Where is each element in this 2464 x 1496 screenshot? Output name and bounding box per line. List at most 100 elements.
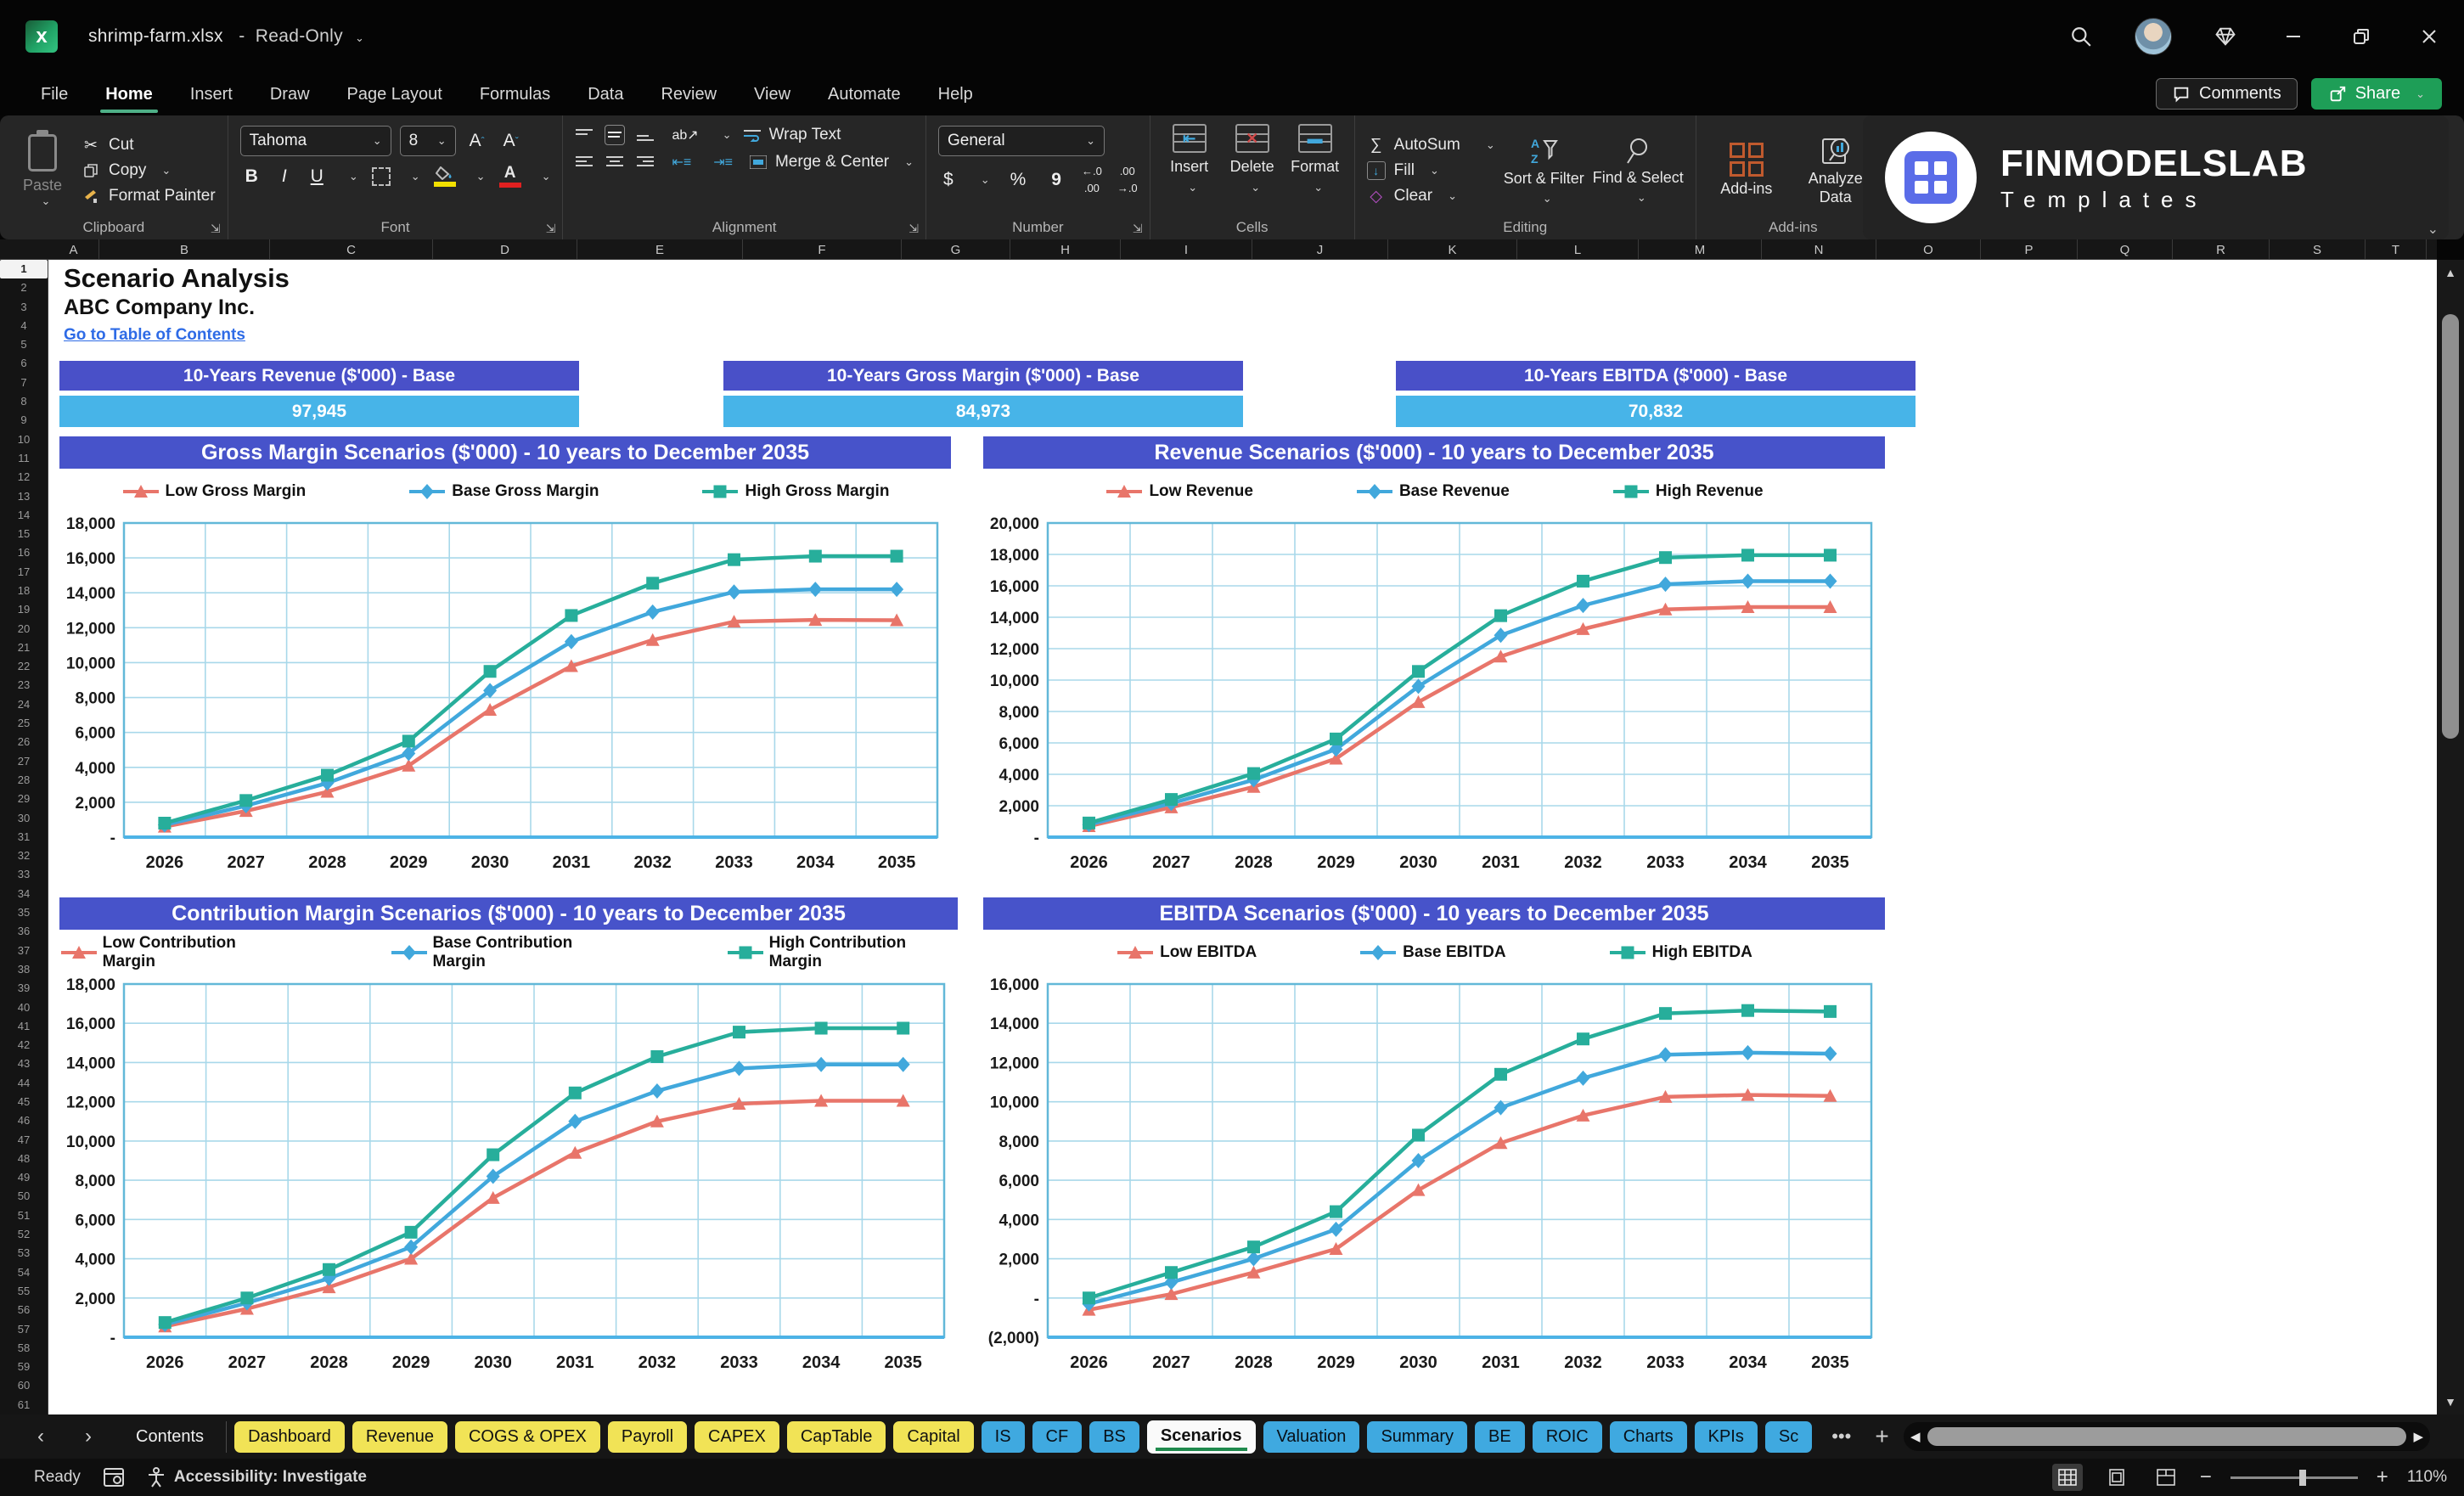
horizontal-scrollbar[interactable]: ◀ ▶ (1904, 1422, 2430, 1451)
row-header-6[interactable]: 6 (0, 354, 48, 373)
menu-tab-automate[interactable]: Automate (826, 78, 903, 111)
new-sheet-button[interactable]: + (1875, 1423, 1888, 1450)
shrink-font-button[interactable]: Aˇ (498, 131, 524, 151)
row-header-8[interactable]: 8 (0, 392, 48, 411)
row-header-26[interactable]: 26 (0, 733, 48, 751)
horizontal-scroll-thumb[interactable] (1927, 1427, 2407, 1446)
column-header-A[interactable]: A (48, 239, 99, 260)
row-header-27[interactable]: 27 (0, 752, 48, 771)
paste-button[interactable]: Paste ⌄ (12, 124, 73, 217)
row-header-19[interactable]: 19 (0, 600, 48, 619)
menu-tab-view[interactable]: View (752, 78, 792, 111)
sheet-tab-capital[interactable]: Capital (893, 1421, 973, 1453)
number-format-select[interactable]: General⌄ (938, 126, 1105, 156)
row-header-3[interactable]: 3 (0, 298, 48, 317)
row-header-41[interactable]: 41 (0, 1017, 48, 1036)
sheet-tab-is[interactable]: IS (982, 1421, 1025, 1453)
borders-button[interactable] (372, 167, 391, 186)
row-header-46[interactable]: 46 (0, 1111, 48, 1130)
align-left-icon[interactable] (575, 153, 593, 172)
row-header-47[interactable]: 47 (0, 1131, 48, 1150)
row-header-4[interactable]: 4 (0, 317, 48, 335)
row-header-61[interactable]: 61 (0, 1396, 48, 1414)
row-header-44[interactable]: 44 (0, 1074, 48, 1093)
row-header-2[interactable]: 2 (0, 278, 48, 297)
zoom-level[interactable]: 110% (2407, 1468, 2447, 1487)
row-header-60[interactable]: 60 (0, 1376, 48, 1395)
column-header-R[interactable]: R (2173, 239, 2270, 260)
number-dialog-launcher[interactable]: ⇲ (1133, 222, 1143, 236)
font-color-button[interactable]: A (499, 165, 521, 188)
more-sheets-icon[interactable]: ••• (1831, 1426, 1851, 1448)
row-header-28[interactable]: 28 (0, 771, 48, 790)
sheet-tab-contents[interactable]: Contents (122, 1421, 227, 1453)
row-header-34[interactable]: 34 (0, 885, 48, 903)
sheet-tab-capex[interactable]: CAPEX (695, 1421, 779, 1453)
sheet-tab-scenarios[interactable]: Scenarios (1147, 1420, 1256, 1454)
column-header-D[interactable]: D (433, 239, 577, 260)
font-family-select[interactable]: Tahoma⌄ (240, 126, 391, 156)
sheet-tab-payroll[interactable]: Payroll (608, 1421, 687, 1453)
menu-tab-insert[interactable]: Insert (188, 78, 234, 111)
column-header-B[interactable]: B (99, 239, 270, 260)
row-header-1[interactable]: 1 (0, 260, 48, 278)
prev-sheet-arrow[interactable]: ‹ (37, 1425, 44, 1448)
align-top-icon[interactable] (575, 126, 593, 144)
menu-tab-page-layout[interactable]: Page Layout (346, 78, 444, 111)
row-header-31[interactable]: 31 (0, 828, 48, 846)
menu-tab-formulas[interactable]: Formulas (478, 78, 552, 111)
vertical-scrollbar[interactable]: ▲ ▼ (2437, 260, 2464, 1414)
sheet-tab-revenue[interactable]: Revenue (352, 1421, 447, 1453)
column-header-S[interactable]: S (2270, 239, 2366, 260)
row-header-15[interactable]: 15 (0, 525, 48, 543)
format-painter-button[interactable]: Format Painter (82, 187, 216, 205)
sheet-tab-cogs-opex[interactable]: COGS & OPEX (455, 1421, 600, 1453)
decrease-decimal-button[interactable]: .00→.0 (1117, 165, 1138, 194)
row-header-29[interactable]: 29 (0, 790, 48, 808)
vertical-scroll-thumb[interactable] (2442, 314, 2459, 739)
row-header-30[interactable]: 30 (0, 809, 48, 828)
increase-decimal-button[interactable]: ←.0.00 (1082, 165, 1102, 194)
collapse-ribbon-icon[interactable]: ⌄ (2427, 221, 2439, 238)
row-header-20[interactable]: 20 (0, 620, 48, 638)
zoom-in-button[interactable]: + (2377, 1465, 2388, 1489)
column-header-T[interactable]: T (2366, 239, 2427, 260)
column-header-N[interactable]: N (1762, 239, 1876, 260)
accounting-format-button[interactable]: $ (938, 170, 959, 190)
wrap-text-button[interactable]: Wrap Text (744, 126, 841, 144)
menu-tab-data[interactable]: Data (586, 78, 625, 111)
next-sheet-arrow[interactable]: › (85, 1425, 92, 1448)
fill-button[interactable]: ↓Fill⌄ (1367, 161, 1495, 180)
user-avatar[interactable] (2135, 18, 2172, 55)
macro-record-icon[interactable] (103, 1467, 125, 1488)
sheet-tab-sc[interactable]: Sc (1765, 1421, 1812, 1453)
alignment-dialog-launcher[interactable]: ⇲ (909, 222, 919, 236)
row-header-55[interactable]: 55 (0, 1282, 48, 1301)
align-right-icon[interactable] (636, 153, 655, 172)
menu-tab-home[interactable]: Home (104, 78, 155, 111)
column-header-P[interactable]: P (1981, 239, 2078, 260)
font-size-select[interactable]: 8⌄ (400, 126, 456, 156)
clear-button[interactable]: ◇Clear⌄ (1367, 187, 1495, 205)
row-header-5[interactable]: 5 (0, 335, 48, 354)
sheet-tab-roic[interactable]: ROIC (1533, 1421, 1602, 1453)
align-middle-icon[interactable] (605, 126, 624, 144)
sheet-tab-be[interactable]: BE (1475, 1421, 1525, 1453)
row-header-24[interactable]: 24 (0, 695, 48, 714)
fill-color-button[interactable] (434, 166, 456, 187)
sort-filter-button[interactable]: A Z Sort & Filter⌄ (1504, 124, 1584, 217)
zoom-out-button[interactable]: − (2200, 1465, 2212, 1489)
row-header-37[interactable]: 37 (0, 942, 48, 960)
sheet-tab-charts[interactable]: Charts (1610, 1421, 1687, 1453)
scroll-up-arrow[interactable]: ▲ (2437, 260, 2464, 285)
delete-cells-button[interactable]: ✕ Delete⌄ (1225, 124, 1280, 217)
increase-indent-icon[interactable]: ⇥≡ (708, 154, 738, 171)
row-header-56[interactable]: 56 (0, 1301, 48, 1319)
row-header-17[interactable]: 17 (0, 563, 48, 582)
row-header-25[interactable]: 25 (0, 714, 48, 733)
menu-tab-review[interactable]: Review (659, 78, 718, 111)
row-header-10[interactable]: 10 (0, 430, 48, 449)
autosum-button[interactable]: ∑AutoSum⌄ (1367, 136, 1495, 155)
row-header-18[interactable]: 18 (0, 582, 48, 600)
addins-button[interactable]: Add-ins (1708, 124, 1785, 217)
